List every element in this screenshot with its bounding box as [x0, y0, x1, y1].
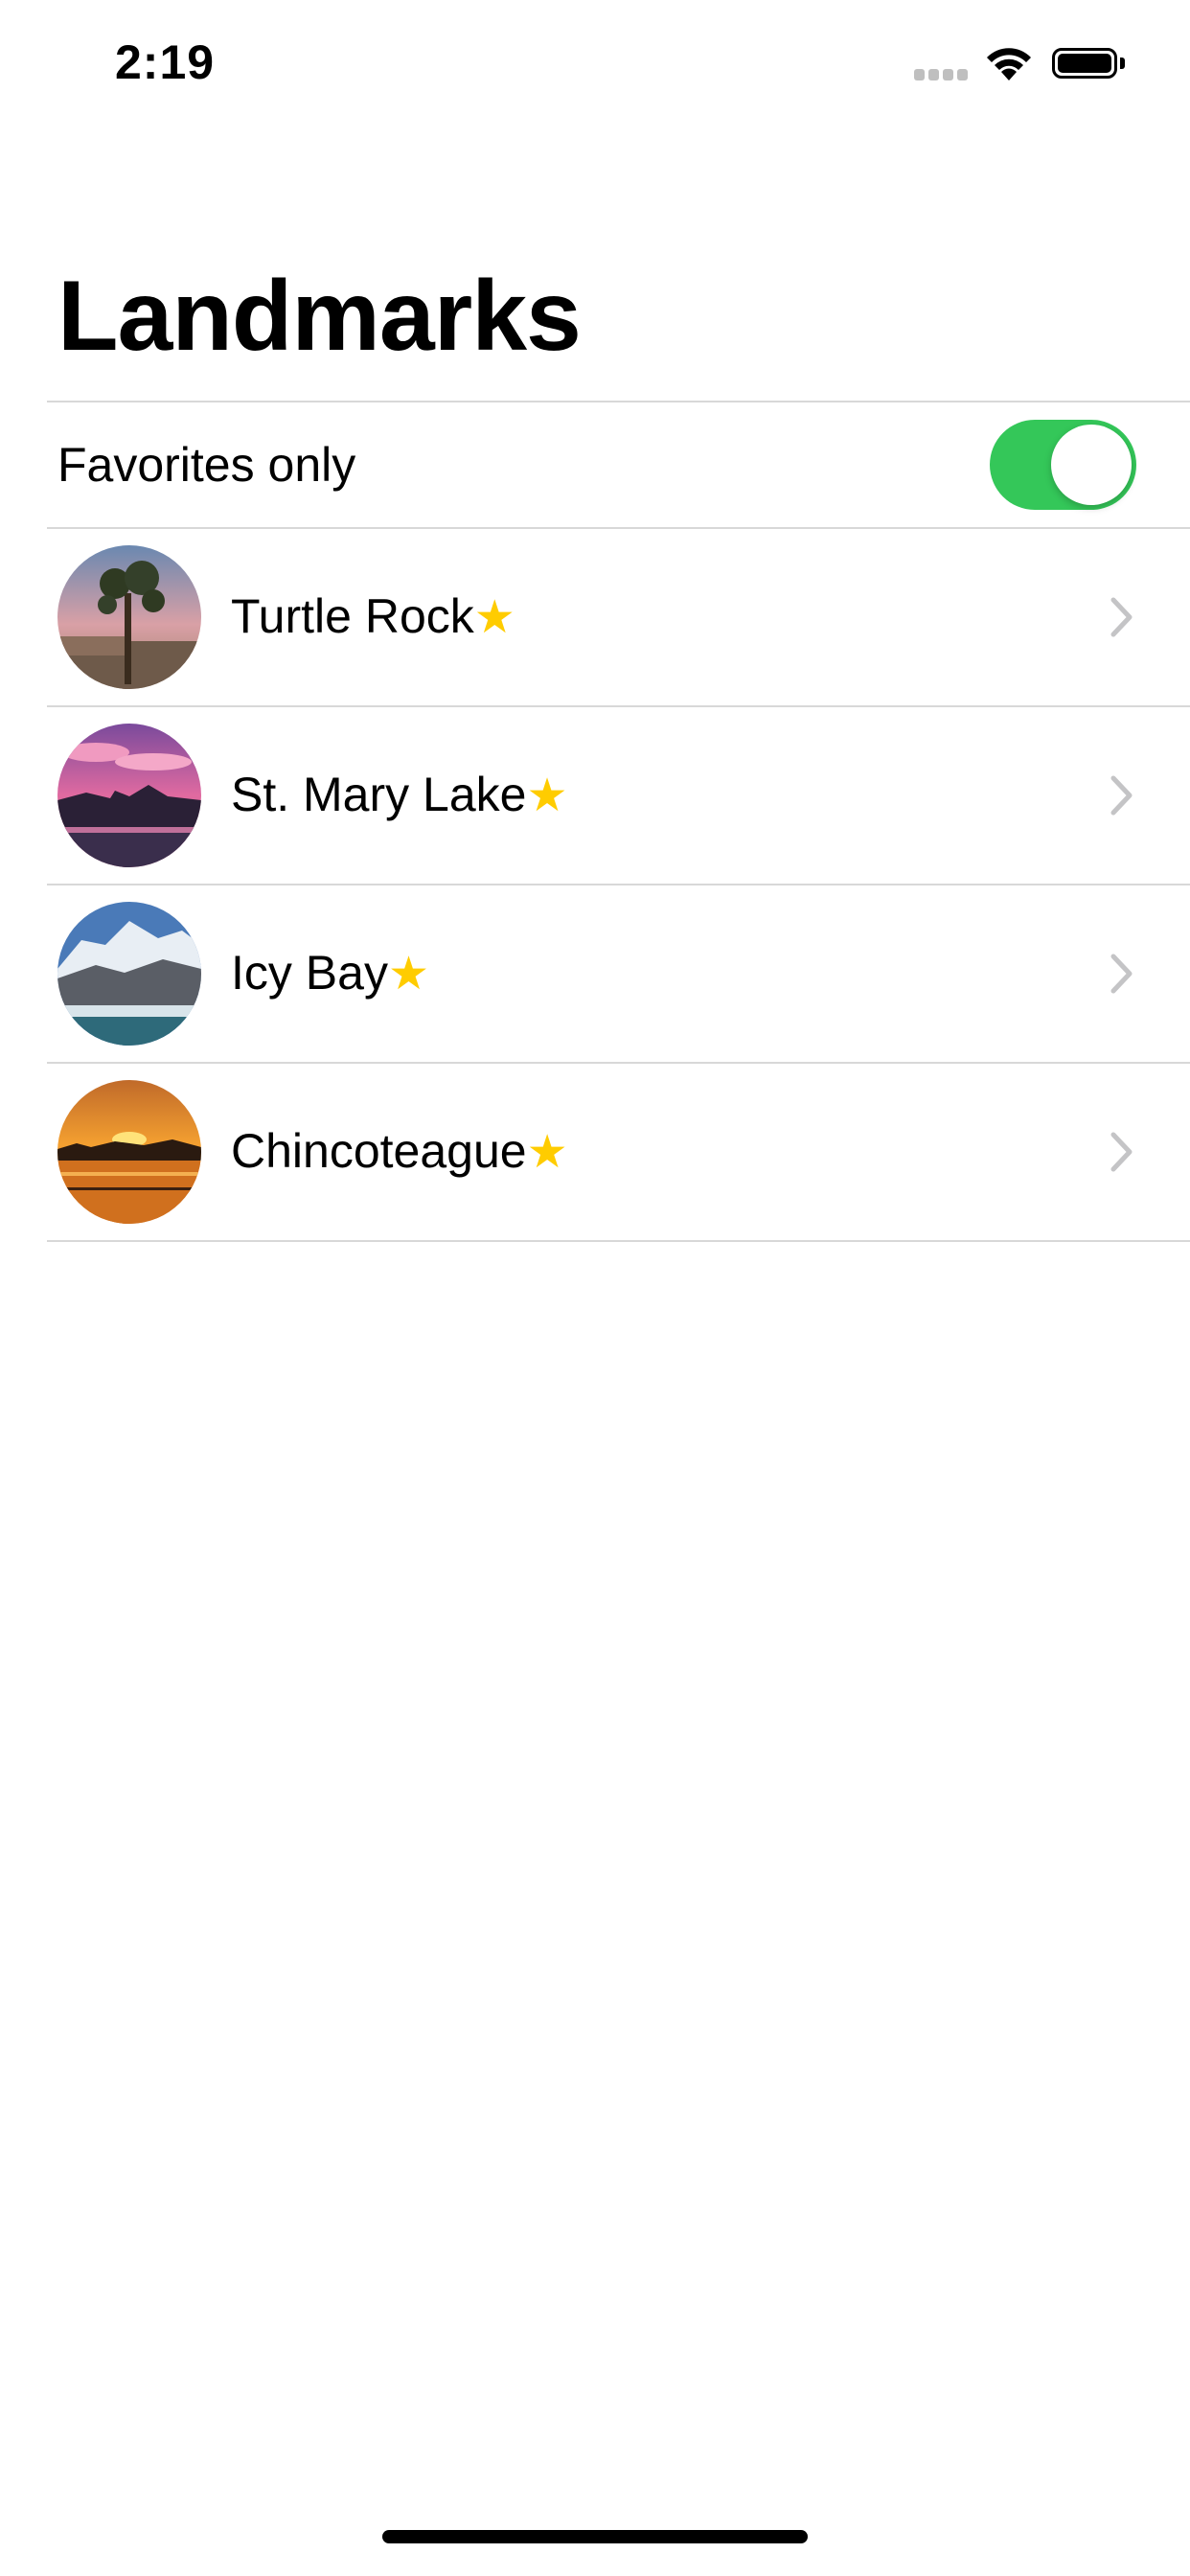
star-icon: ★ [526, 1127, 568, 1178]
wifi-icon [987, 48, 1031, 80]
home-indicator [382, 2530, 808, 2543]
star-icon: ★ [387, 949, 429, 1000]
landmark-name: St. Mary Lake★ [231, 768, 568, 821]
favorites-toggle-switch[interactable] [990, 420, 1136, 510]
chevron-right-icon [1110, 1132, 1133, 1172]
row-divider [47, 1240, 1190, 1242]
battery-icon [1052, 48, 1117, 79]
star-icon: ★ [526, 770, 568, 821]
battery-tip [1120, 58, 1125, 69]
landmark-row-chincoteague[interactable]: Chincoteague★ [0, 1064, 1190, 1242]
chevron-right-icon [1110, 954, 1133, 994]
status-bar: 2:19 [0, 0, 1190, 134]
chevron-right-icon [1110, 775, 1133, 816]
landmark-row-icy-bay[interactable]: Icy Bay★ [0, 886, 1190, 1064]
landmark-name: Chincoteague★ [231, 1124, 568, 1178]
landmark-name: Turtle Rock★ [231, 589, 515, 643]
landmark-thumbnail [57, 1080, 201, 1224]
landmark-list: Turtle Rock★ St. Mary Lake★ Icy Bay★ Chi… [0, 529, 1190, 1242]
landmark-row-turtle-rock[interactable]: Turtle Rock★ [0, 529, 1190, 707]
landmark-thumbnail [57, 724, 201, 867]
cellular-signal-icon [914, 69, 968, 82]
star-icon: ★ [473, 592, 515, 643]
landmark-thumbnail [57, 545, 201, 689]
status-time: 2:19 [115, 35, 216, 89]
chevron-right-icon [1110, 597, 1133, 637]
landmark-thumbnail [57, 902, 201, 1046]
landmark-name: Icy Bay★ [231, 946, 429, 1000]
page-title: Landmarks [57, 261, 582, 372]
landmark-row-st-mary-lake[interactable]: St. Mary Lake★ [0, 707, 1190, 886]
favorites-toggle-row[interactable]: Favorites only [0, 402, 1190, 527]
favorites-toggle-label: Favorites only [57, 438, 356, 492]
switch-knob [1051, 425, 1132, 505]
